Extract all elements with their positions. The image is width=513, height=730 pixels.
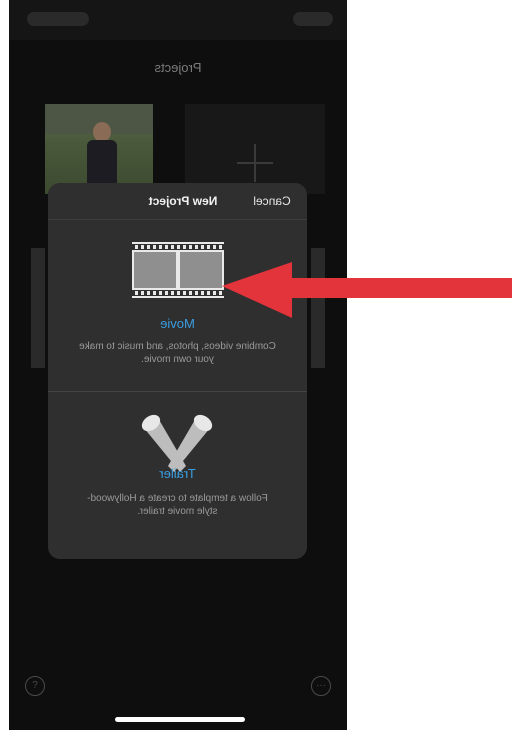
project-thumbnail[interactable] xyxy=(45,104,153,194)
plus-icon-vertical xyxy=(254,144,256,182)
trailer-option[interactable]: Trailer Follow a template to create a Ho… xyxy=(48,392,307,559)
new-project-sheet: New Project Cancel Movie Combine videos,… xyxy=(48,183,307,559)
trailer-option-label: Trailer xyxy=(159,466,196,481)
status-bar xyxy=(9,0,347,40)
sheet-header: New Project Cancel xyxy=(48,183,307,219)
status-battery xyxy=(293,12,333,26)
page-title: Projects xyxy=(154,60,202,75)
new-project-tile[interactable] xyxy=(185,104,325,194)
home-indicator xyxy=(115,717,245,722)
red-arrow-annotation xyxy=(222,262,512,318)
cancel-button[interactable]: Cancel xyxy=(244,194,300,208)
movie-option-description: Combine videos, photos, and music to mak… xyxy=(79,341,276,365)
side-strip-left xyxy=(31,248,45,368)
more-button[interactable]: ··· xyxy=(311,676,331,696)
help-button[interactable]: ? xyxy=(25,676,45,696)
trailer-option-description: Follow a template to create a Hollywood-… xyxy=(87,493,268,517)
film-strip-icon xyxy=(132,242,224,298)
phone-screen: Projects New Project Cancel Movie Combin… xyxy=(9,0,347,730)
sheet-title: New Project xyxy=(148,194,218,208)
thumbnail-person-head xyxy=(93,122,111,142)
status-time xyxy=(27,12,89,26)
